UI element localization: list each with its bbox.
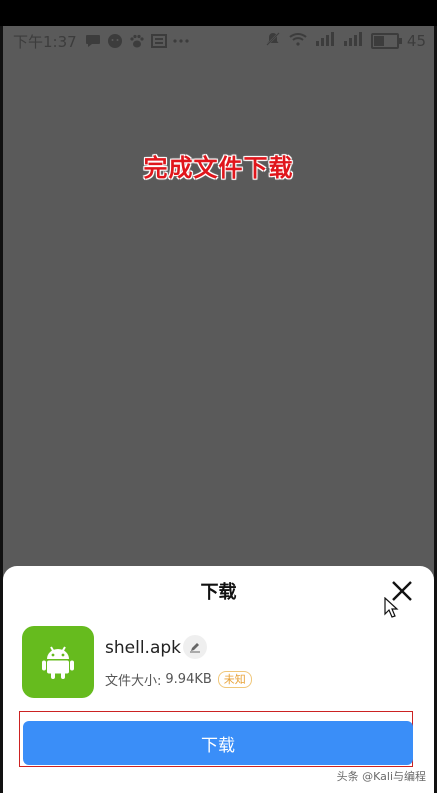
mute-icon [265,31,281,51]
battery-icon [370,33,402,49]
phone-screen: 下午1:37 45 完成文件下载 下载 shell.apk 文件大小: 9.94… [3,26,434,793]
mouse-cursor-icon [384,597,399,618]
app-icon [22,626,94,698]
sheet-title: 下载 [200,582,237,603]
watermark: 头条 @Kali与编程 [336,770,426,783]
wifi-icon [289,32,307,50]
paw-icon [129,33,145,49]
file-size-label: 文件大小: [105,674,162,689]
battery-level: 45 [406,32,426,50]
rename-button[interactable] [183,635,207,659]
status-right-group: 45 [265,31,426,51]
window-top-bar [0,0,437,26]
status-time: 下午1:37 [13,32,77,51]
signal-icon [343,32,363,50]
video-caption: 完成文件下载 [143,154,294,182]
unknown-badge: 未知 [217,671,252,688]
file-size-value: 9.94KB [165,672,212,687]
android-icon [42,646,74,679]
more-dots-icon [173,38,189,44]
messenger-icon [107,33,123,49]
status-bar: 下午1:37 45 [3,26,434,56]
battery-fill [373,36,384,46]
download-sheet: 下载 shell.apk 文件大小: 9.94KB 未知 下载 头条 @Kali… [3,566,434,793]
download-button[interactable]: 下载 [23,721,413,765]
signal-icon [315,32,335,50]
file-name: shell.apk [105,638,181,658]
pencil-icon [190,643,200,653]
photo-icon [150,34,167,48]
chat-bubble-icon [85,34,101,48]
file-size-row: 文件大小: 9.94KB 未知 [105,670,252,689]
